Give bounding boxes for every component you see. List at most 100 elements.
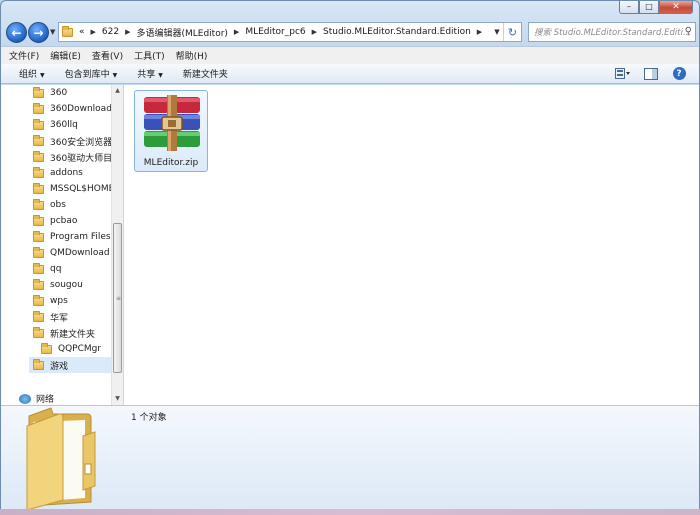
- view-controls: ?: [603, 67, 687, 80]
- folder-icon: [33, 358, 44, 370]
- tree-item-selected[interactable]: 游戏: [29, 357, 111, 373]
- tree-item[interactable]: Program Files (: [33, 229, 111, 245]
- include-in-library-label: 包含到库中: [64, 70, 110, 80]
- chevron-right-icon[interactable]: ▶: [477, 28, 482, 36]
- tree-item-label: obs: [50, 200, 66, 210]
- chevron-right-icon[interactable]: ▶: [125, 28, 130, 36]
- menu-tools[interactable]: 工具(T): [134, 49, 165, 62]
- tree-item[interactable]: qq: [33, 261, 111, 277]
- address-bar[interactable]: « ▶ 622 ▶ 多语编辑器(MLEditor) ▶ MLEditor_pc6…: [58, 22, 522, 42]
- tree-item[interactable]: QMDownload: [33, 245, 111, 261]
- folder-icon: [33, 262, 44, 274]
- tree-item-label: MSSQL$HOME: [50, 184, 111, 194]
- refresh-icon[interactable]: ↻: [503, 23, 521, 41]
- preview-pane-icon[interactable]: [643, 67, 659, 80]
- change-view-icon[interactable]: [615, 67, 631, 80]
- folder-icon: [62, 25, 73, 37]
- tree-item-label: 网络: [36, 395, 55, 405]
- network-icon: [19, 393, 31, 404]
- folder-icon: [26, 407, 96, 510]
- help-button[interactable]: ?: [671, 67, 687, 80]
- menu-edit[interactable]: 编辑(E): [50, 49, 81, 62]
- tree-item[interactable]: MSSQL$HOME: [33, 181, 111, 197]
- folder-icon: [33, 150, 44, 162]
- include-in-library-button[interactable]: 包含到库中 ▼: [65, 67, 118, 80]
- caption-buttons: – □ ✕: [619, 1, 693, 14]
- share-button[interactable]: 共享 ▼: [137, 67, 163, 80]
- tree-item[interactable]: 360驱动大师目录: [33, 149, 111, 165]
- folder-icon: [33, 230, 44, 242]
- tree-item-label: 华军: [50, 313, 69, 324]
- forward-button[interactable]: →: [28, 22, 49, 43]
- tree-item[interactable]: 360: [33, 85, 111, 101]
- menu-file[interactable]: 文件(F): [9, 49, 39, 62]
- tree-item[interactable]: sougou: [33, 277, 111, 293]
- tree-item-label: Program Files (: [50, 232, 111, 242]
- recent-pages-dropdown[interactable]: ▼: [50, 28, 55, 36]
- maximize-button[interactable]: □: [639, 1, 659, 14]
- tree-item-network[interactable]: 网络: [19, 392, 54, 405]
- item-count: 1 个对象: [131, 413, 167, 423]
- grip-icon: ≡: [116, 295, 122, 302]
- tree-item[interactable]: obs: [33, 197, 111, 213]
- tree-item[interactable]: addons: [33, 165, 111, 181]
- file-item[interactable]: MLEditor.zip: [134, 90, 208, 172]
- search-placeholder: 搜索 Studio.MLEditor.Standard.Editi...: [534, 28, 692, 38]
- organize-label: 组织: [19, 70, 38, 80]
- tree-item[interactable]: QQPCMgr: [41, 341, 119, 357]
- nav-scrollbar[interactable]: ▲ ≡ ▼: [111, 85, 123, 405]
- command-bar: 组织 ▼ 包含到库中 ▼ 共享 ▼ 新建文件夹 ?: [1, 64, 699, 84]
- tree-item[interactable]: 360llq: [33, 117, 111, 133]
- breadcrumb-overflow[interactable]: «: [79, 27, 85, 37]
- search-icon[interactable]: ⚲: [685, 26, 692, 37]
- file-list: MLEditor.zip: [124, 85, 699, 405]
- help-icon: ?: [672, 67, 686, 80]
- scroll-down-arrow-icon[interactable]: ▼: [112, 393, 123, 405]
- folder-icon: [33, 198, 44, 210]
- scrollbar-thumb[interactable]: ≡: [113, 223, 122, 373]
- new-folder-button[interactable]: 新建文件夹: [183, 67, 228, 80]
- tree-item-label: sougou: [50, 280, 83, 290]
- chevron-right-icon[interactable]: ▶: [91, 28, 96, 36]
- chevron-down-icon: ▼: [158, 72, 163, 79]
- chevron-right-icon[interactable]: ▶: [312, 28, 317, 36]
- tree-item-label: 360llq: [50, 120, 78, 130]
- tree-item-label: pcbao: [50, 216, 78, 226]
- address-history-dropdown[interactable]: ▼: [491, 28, 503, 36]
- tree-item[interactable]: wps: [33, 293, 111, 309]
- organize-button[interactable]: 组织 ▼: [19, 67, 45, 80]
- breadcrumb-item[interactable]: Studio.MLEditor.Standard.Edition: [323, 27, 471, 37]
- tree-item-label: addons: [50, 168, 83, 178]
- tree-item[interactable]: 360安全浏览器下: [33, 133, 111, 149]
- back-button[interactable]: ←: [6, 22, 27, 43]
- tree-item-label: wps: [50, 296, 68, 306]
- scroll-up-arrow-icon[interactable]: ▲: [112, 85, 123, 97]
- tree-item[interactable]: 新建文件夹: [33, 325, 111, 341]
- chevron-right-icon[interactable]: ▶: [234, 28, 239, 36]
- chevron-down-icon: ▼: [112, 72, 118, 79]
- menu-help[interactable]: 帮助(H): [176, 49, 208, 62]
- breadcrumb-item[interactable]: 多语编辑器(MLEditor): [136, 26, 227, 39]
- search-input[interactable]: 搜索 Studio.MLEditor.Standard.Editi... ⚲: [528, 22, 696, 42]
- folder-icon: [33, 294, 44, 306]
- folder-icon: [33, 118, 44, 130]
- address-actions: ▼ ↻: [491, 23, 521, 41]
- file-name: MLEditor.zip: [143, 158, 199, 168]
- tree-item[interactable]: 360Downloads: [33, 101, 111, 117]
- folder-icon: [33, 310, 44, 322]
- tree-item-label: QMDownload: [50, 248, 110, 258]
- folder-icon: [33, 102, 44, 114]
- breadcrumb-item[interactable]: MLEditor_pc6: [245, 27, 305, 37]
- folder-icon: [33, 246, 44, 258]
- menu-view[interactable]: 查看(V): [92, 49, 123, 62]
- folder-icon: [33, 166, 44, 178]
- tree-item[interactable]: 华军: [33, 309, 111, 325]
- tree-item[interactable]: pcbao: [33, 213, 111, 229]
- close-button[interactable]: ✕: [659, 1, 693, 14]
- folder-icon: [33, 86, 44, 98]
- navigation-row: ← → ▼ « ▶ 622 ▶ 多语编辑器(MLEditor) ▶ MLEdit…: [6, 20, 696, 46]
- share-label: 共享: [137, 70, 156, 80]
- breadcrumb-item[interactable]: 622: [102, 27, 119, 37]
- folder-icon: [41, 342, 52, 354]
- minimize-button[interactable]: –: [619, 1, 639, 14]
